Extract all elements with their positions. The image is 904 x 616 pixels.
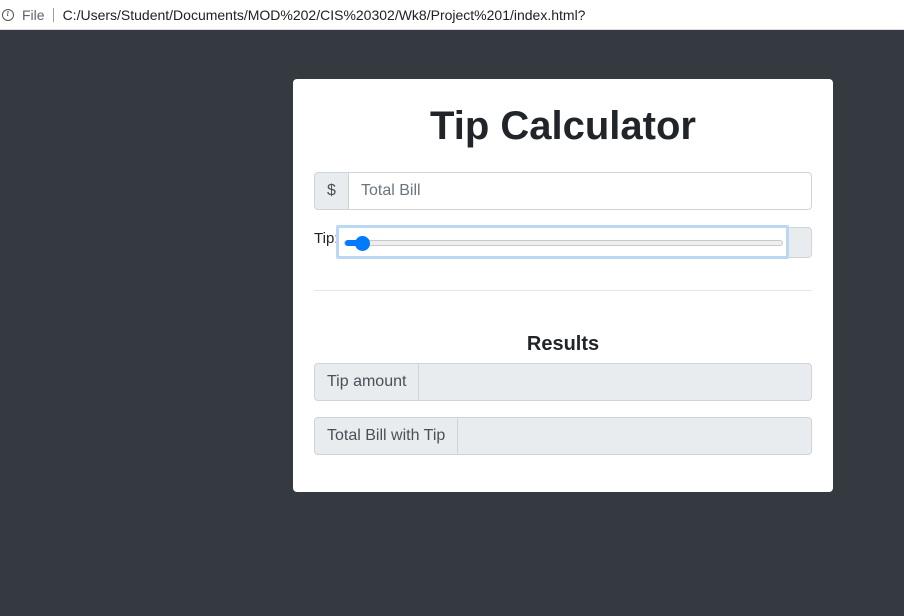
address-divider (52, 7, 54, 22)
tip-slider[interactable] (336, 225, 789, 259)
dollar-prefix: $ (314, 172, 349, 210)
section-divider (314, 290, 812, 291)
tip-label: Tip: (314, 230, 339, 247)
tip-calculator-card: Tip Calculator $ Tip: Results Tip amount… (293, 79, 833, 492)
tip-amount-group: Tip amount (314, 363, 812, 401)
total-bill-group: $ (314, 172, 812, 210)
total-with-tip-output (458, 418, 811, 454)
total-with-tip-label: Total Bill with Tip (315, 418, 459, 454)
info-icon[interactable]: i (2, 8, 14, 21)
tip-amount-label: Tip amount (315, 364, 420, 400)
page-title: Tip Calculator (430, 104, 696, 148)
tip-row: Tip: (314, 225, 812, 259)
url-scheme-label: File (22, 6, 45, 23)
tip-slider-track[interactable] (344, 236, 783, 251)
tip-slider-thumb[interactable] (355, 236, 371, 251)
results-heading: Results (526, 333, 600, 355)
tip-amount-output (419, 364, 811, 400)
url-text[interactable]: C:/Users/Student/Documents/MOD%202/CIS%2… (63, 7, 586, 23)
total-bill-input[interactable] (349, 172, 812, 210)
total-with-tip-group: Total Bill with Tip (314, 417, 812, 455)
address-bar[interactable]: i File C:/Users/Student/Documents/MOD%20… (0, 0, 904, 30)
